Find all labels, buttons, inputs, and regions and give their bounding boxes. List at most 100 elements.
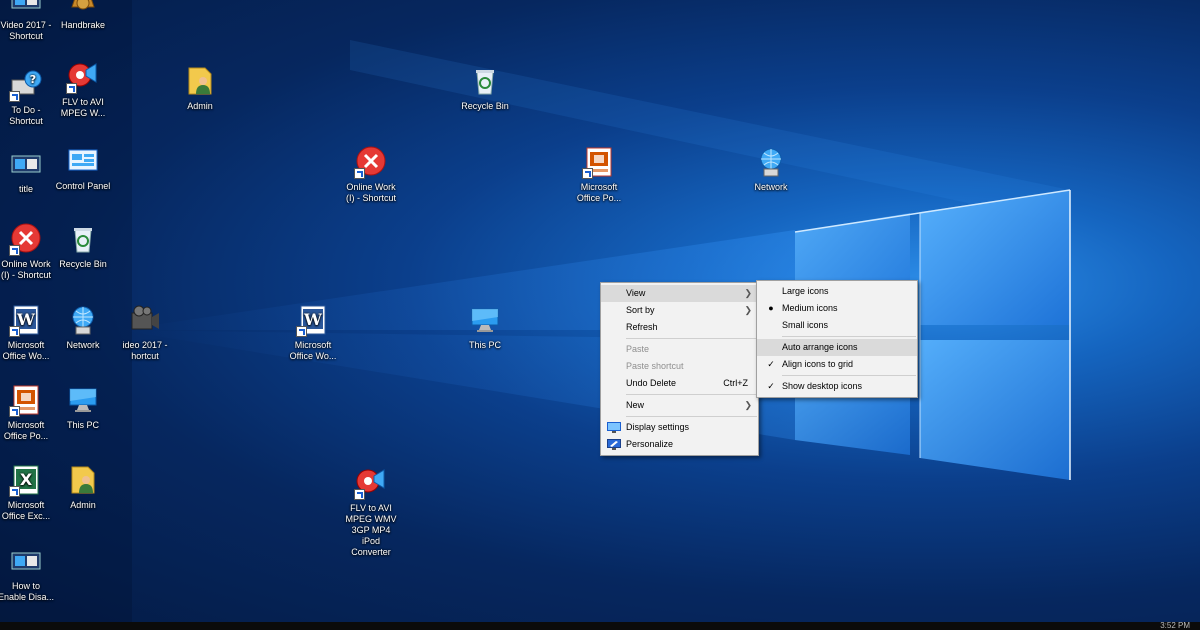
shortcut-arrow-icon	[582, 168, 593, 179]
shortcut-arrow-icon	[354, 489, 365, 500]
error-icon	[9, 222, 43, 256]
menu-item-view-label: View	[626, 288, 646, 298]
desktop-icon[interactable]: Recycle Bin	[50, 222, 116, 270]
svg-text:X: X	[20, 470, 33, 489]
desktop-icon[interactable]: How to Enable Disa...	[0, 544, 59, 603]
powerpoint-icon	[9, 383, 43, 417]
user-folder-icon	[66, 463, 100, 497]
desktop-icon[interactable]: This PC	[452, 303, 518, 351]
desktop-icon-label: Handbrake	[60, 20, 106, 30]
menu-separator	[782, 336, 916, 337]
submenu-item-align-to-grid[interactable]: ✓ Align icons to grid	[757, 356, 917, 373]
submenu-item-auto-arrange[interactable]: Auto arrange icons	[757, 339, 917, 356]
chevron-right-icon: ❯	[744, 288, 752, 298]
menu-item-new[interactable]: New ❯	[601, 397, 758, 414]
chevron-right-icon: ❯	[744, 400, 752, 410]
shortcut-arrow-icon	[66, 83, 77, 94]
word-icon: W	[9, 303, 43, 337]
desktop-icon-label: Microsoft Office Po...	[576, 182, 622, 203]
chevron-right-icon: ❯	[744, 305, 752, 315]
menu-item-paste-label: Paste	[626, 344, 650, 354]
menu-item-paste-shortcut[interactable]: Paste shortcut	[601, 358, 758, 375]
desktop-icon[interactable]: FLV to AVI MPEG W...	[50, 60, 116, 119]
submenu-item-small-icons[interactable]: Small icons	[757, 317, 917, 334]
submenu-item-show-desktop-icons[interactable]: ✓ Show desktop icons	[757, 378, 917, 395]
desktop-icon-label: Microsoft Office Wo...	[289, 340, 337, 361]
video-icon	[9, 544, 43, 578]
menu-item-undo-delete-label: Undo Delete	[626, 378, 677, 388]
desktop-icon-label: Admin	[70, 500, 96, 510]
recycle-bin-icon	[66, 222, 100, 256]
submenu-item-medium-icons-label: Medium icons	[782, 303, 838, 313]
menu-item-new-label: New	[626, 400, 645, 410]
menu-separator	[626, 338, 757, 339]
menu-item-display-settings[interactable]: Display settings	[601, 419, 758, 436]
submenu-item-small-icons-label: Small icons	[782, 320, 829, 330]
desktop-icon-label: Recycle Bin	[59, 259, 107, 269]
desktop-icon[interactable]: Handbrake	[50, 0, 116, 31]
this-pc-icon	[468, 303, 502, 337]
checkmark-icon: ✓	[767, 381, 775, 391]
desktop-icon[interactable]: This PC	[50, 383, 116, 431]
menu-item-undo-delete[interactable]: Undo Delete Ctrl+Z	[601, 375, 758, 392]
menu-item-sort-by-label: Sort by	[626, 305, 655, 315]
shortcut-arrow-icon	[9, 486, 20, 497]
menu-item-view[interactable]: View ❯	[601, 285, 758, 302]
desktop-icon-label: FLV to AVI MPEG W...	[60, 97, 106, 118]
desktop-icon[interactable]: Online Work (I) - Shortcut	[338, 145, 404, 204]
undo-shortcut-key: Ctrl+Z	[723, 378, 748, 388]
submenu-item-align-to-grid-label: Align icons to grid	[782, 359, 854, 369]
desktop-icon[interactable]: Admin	[167, 64, 233, 112]
desktop-icon-label: This PC	[66, 420, 99, 430]
desktop-icon-label: ideo 2017 - hortcut	[122, 340, 168, 361]
desktop-icon[interactable]: Network	[50, 303, 116, 351]
desktop-icon-label: Online Work (I) - Shortcut	[345, 182, 396, 203]
desktop-icon[interactable]: FLV to AVI MPEG WMV 3GP MP4 iPod Convert…	[338, 466, 404, 558]
taskbar[interactable]: 3:52 PM	[0, 622, 1200, 630]
shortcut-arrow-icon	[9, 406, 20, 417]
menu-item-refresh-label: Refresh	[626, 322, 658, 332]
menu-item-paste[interactable]: Paste	[601, 341, 758, 358]
desktop-icon[interactable]: Microsoft Office Po...	[566, 145, 632, 204]
desktop-icon[interactable]: ideo 2017 - hortcut	[112, 303, 178, 362]
powerpoint-icon	[582, 145, 616, 179]
desktop-icon[interactable]: W Microsoft Office Wo...	[280, 303, 346, 362]
submenu-item-large-icons[interactable]: Large icons	[757, 283, 917, 300]
video-icon	[9, 147, 43, 181]
radio-bullet-icon: ●	[768, 303, 774, 313]
menu-item-refresh[interactable]: Refresh	[601, 319, 758, 336]
checkmark-icon: ✓	[767, 359, 775, 369]
desktop-icon[interactable]: Control Panel	[50, 144, 116, 192]
excel-icon: X	[9, 463, 43, 497]
user-folder-icon	[183, 64, 217, 98]
shortcut-arrow-icon	[9, 91, 20, 102]
desktop-icon[interactable]: Recycle Bin	[452, 64, 518, 112]
desktop[interactable]: { "desktop": { "icons": [ {"label": "Vid…	[0, 0, 1200, 630]
desktop-icon[interactable]: Admin	[50, 463, 116, 511]
submenu-item-medium-icons[interactable]: ● Medium icons	[757, 300, 917, 317]
network-icon	[754, 145, 788, 179]
recycle-bin-icon	[468, 64, 502, 98]
desktop-context-menu: View ❯ Sort by ❯ Refresh Paste Paste short…	[600, 282, 759, 456]
desktop-icon-label: This PC	[468, 340, 501, 350]
menu-item-personalize-label: Personalize	[626, 439, 674, 449]
submenu-item-large-icons-label: Large icons	[782, 286, 829, 296]
shortcut-arrow-icon	[9, 326, 20, 337]
error-icon	[354, 145, 388, 179]
desktop-icon-label: Admin	[187, 101, 213, 111]
menu-item-display-settings-label: Display settings	[626, 422, 690, 432]
desktop-icon[interactable]: Network	[738, 145, 804, 193]
svg-text:?: ?	[30, 73, 36, 86]
menu-item-personalize[interactable]: Personalize	[601, 436, 758, 453]
shortcut-arrow-icon	[296, 326, 307, 337]
taskbar-clock[interactable]: 3:52 PM	[1160, 622, 1190, 630]
menu-item-paste-shortcut-label: Paste shortcut	[626, 361, 684, 371]
flv-converter-icon	[66, 60, 100, 94]
submenu-item-show-desktop-icons-label: Show desktop icons	[782, 381, 863, 391]
menu-item-sort-by[interactable]: Sort by ❯	[601, 302, 758, 319]
view-submenu: Large icons ● Medium icons Small icons Au…	[756, 280, 918, 398]
shortcut-arrow-icon	[354, 168, 365, 179]
flv-converter-icon	[354, 466, 388, 500]
personalize-icon	[607, 439, 621, 450]
desktop-icon-label: How to Enable Disa...	[0, 581, 55, 602]
